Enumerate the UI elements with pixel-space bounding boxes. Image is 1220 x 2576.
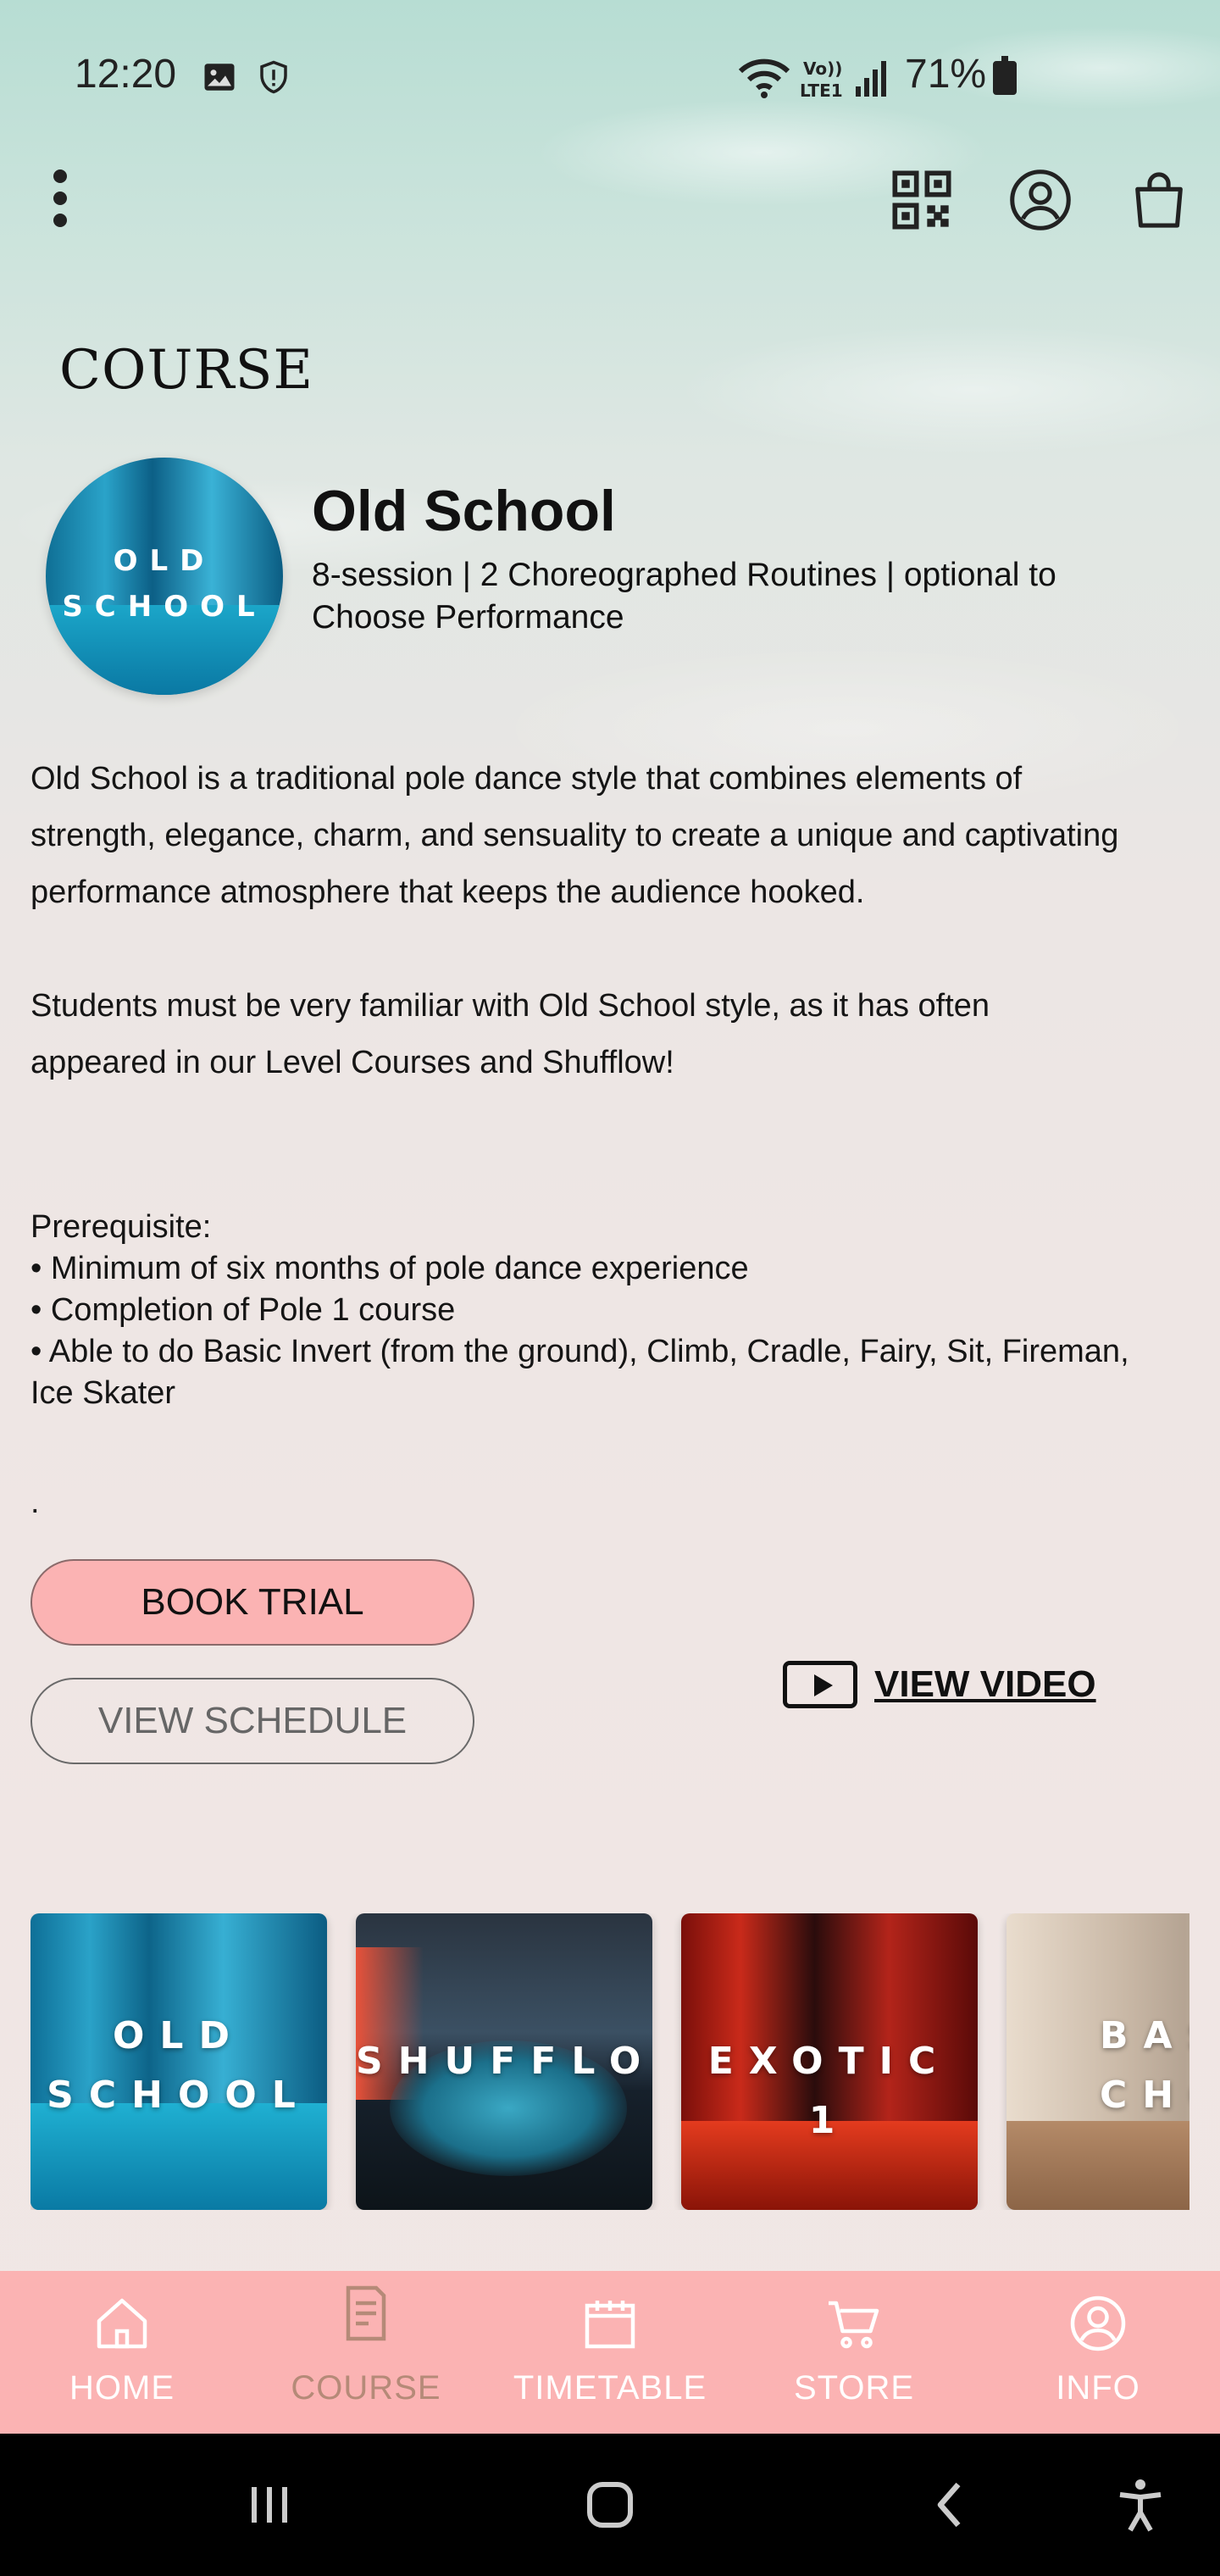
prerequisite-item: • Completion of Pole 1 course — [30, 1292, 456, 1328]
nav-info-label: INFO — [1056, 2369, 1140, 2407]
battery-charging-icon — [993, 56, 1017, 95]
nav-info[interactable]: INFO — [976, 2271, 1220, 2434]
document-icon — [346, 2285, 386, 2341]
book-trial-button[interactable]: BOOK TRIAL — [30, 1559, 474, 1646]
top-toolbar — [0, 161, 1220, 246]
course-description: Old School is a traditional pole dance s… — [30, 751, 1220, 1091]
description-line: appeared in our Level Courses and Shuffl… — [30, 1045, 674, 1080]
svg-text:LTE1: LTE1 — [800, 80, 843, 100]
battery-percent: 71% — [905, 52, 987, 97]
course-name: Old School — [312, 479, 616, 543]
prerequisites: Prerequisite: • Minimum of six months of… — [30, 1207, 1220, 1414]
description-line: Students must be very familiar with Old … — [30, 988, 990, 1024]
description-line: strength, elegance, charm, and sensualit… — [30, 818, 1119, 853]
nav-timetable[interactable]: TIMETABLE — [488, 2271, 732, 2434]
page-title: COURSE — [59, 339, 314, 402]
nav-course-label: COURSE — [291, 2369, 441, 2407]
card-title-line1: OLD — [113, 2014, 245, 2057]
view-schedule-button[interactable]: VIEW SCHEDULE — [30, 1678, 474, 1764]
nav-course[interactable]: COURSE — [244, 2271, 488, 2434]
nav-home[interactable]: HOME — [0, 2271, 244, 2434]
course-thumbnail: OLD SCHOOL — [46, 458, 283, 695]
shopping-bag-icon[interactable] — [1127, 168, 1191, 232]
image-icon — [204, 64, 235, 91]
calendar-icon — [585, 2301, 635, 2349]
view-video-link[interactable]: VIEW VIDEO — [783, 1659, 1096, 1710]
prerequisite-item: Ice Skater — [30, 1375, 176, 1411]
status-bar: 12:20 Vo)) LTE1 71% — [0, 0, 1220, 153]
card-title-line2: SCHOOL — [47, 2074, 311, 2117]
svg-text:Vo)): Vo)) — [803, 58, 842, 79]
view-video-label: VIEW VIDEO — [874, 1663, 1096, 1705]
signal-icon — [856, 61, 886, 97]
course-header: OLD SCHOOL Old School 8-session | 2 Chor… — [46, 458, 1215, 695]
course-carousel[interactable]: OLD SCHOOL SHUFFLOW EXOTIC 1 BAS CHOR — [30, 1913, 1190, 2210]
play-icon — [783, 1661, 857, 1708]
bottom-navigation: HOME COURSE TIMETABLE STORE INFO — [0, 2271, 1220, 2434]
nav-store[interactable]: STORE — [732, 2271, 976, 2434]
more-vert-icon[interactable] — [47, 169, 73, 237]
card-title-line1: EXOTIC 1 — [707, 2040, 951, 2142]
recents-icon[interactable] — [239, 2474, 300, 2535]
account-circle-icon — [1070, 2296, 1126, 2351]
trailing-dot: . — [30, 1485, 40, 1520]
system-navigation-bar — [0, 2434, 1220, 2576]
description-line: Old School is a traditional pole dance s… — [30, 761, 1023, 797]
carousel-card-basic-choreo[interactable]: BAS CHOR — [1006, 1913, 1190, 2210]
shield-icon — [260, 60, 287, 94]
account-icon[interactable] — [1008, 168, 1073, 232]
back-icon[interactable] — [920, 2474, 981, 2535]
card-title-line2: CHOR — [1100, 2074, 1190, 2117]
volte-icon: Vo))LTE1 — [800, 58, 843, 100]
wifi-icon — [738, 58, 790, 98]
qr-code-icon[interactable] — [890, 168, 954, 232]
carousel-card-exotic-1[interactable]: EXOTIC 1 — [681, 1913, 978, 2210]
nav-store-label: STORE — [793, 2369, 915, 2407]
nav-home-label: HOME — [69, 2369, 175, 2407]
status-time: 12:20 — [75, 52, 177, 97]
accessibility-icon[interactable] — [1110, 2474, 1171, 2535]
home-button-icon[interactable] — [580, 2474, 640, 2535]
course-subtitle: 8-session | 2 Choreographed Routines | o… — [312, 557, 1056, 636]
description-line: performance atmosphere that keeps the au… — [30, 874, 865, 910]
card-title-line1: BAS — [1100, 2014, 1190, 2057]
nav-timetable-label: TIMETABLE — [513, 2369, 707, 2407]
home-icon — [97, 2298, 147, 2349]
carousel-card-shufflow[interactable]: SHUFFLOW — [356, 1913, 652, 2210]
prerequisite-item: • Minimum of six months of pole dance ex… — [30, 1251, 749, 1286]
thumbnail-label-line1: OLD — [113, 544, 216, 578]
carousel-card-old-school[interactable]: OLD SCHOOL — [30, 1913, 327, 2210]
prerequisite-title: Prerequisite: — [30, 1209, 212, 1245]
thumbnail-label-line2: SCHOOL — [62, 590, 267, 624]
prerequisite-item: • Able to do Basic Invert (from the grou… — [30, 1334, 1129, 1369]
cart-icon — [829, 2301, 879, 2349]
card-title-line1: SHUFFLOW — [356, 2040, 652, 2083]
